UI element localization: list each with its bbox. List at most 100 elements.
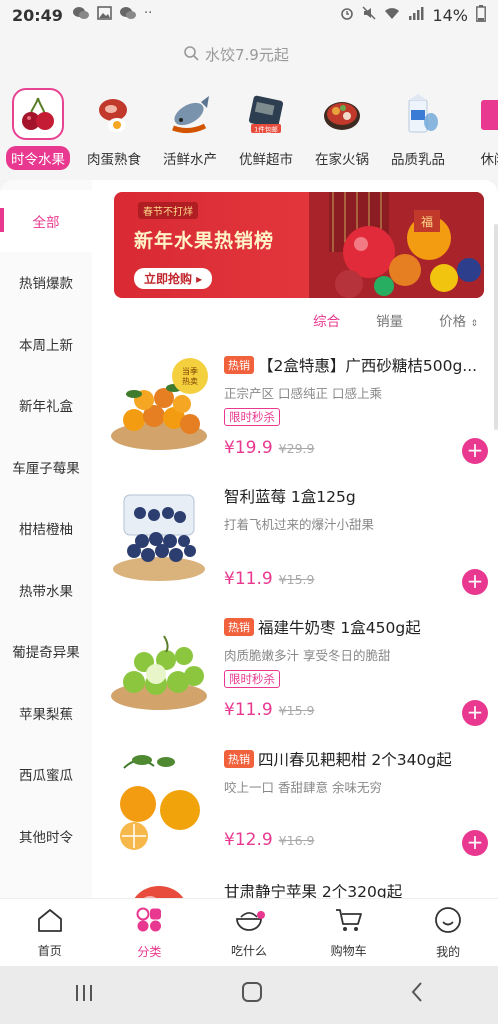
system-nav-bar	[0, 966, 498, 1024]
sidebar-item-gift-box[interactable]: 新年礼盒	[0, 375, 92, 437]
product-price: ¥19.9	[224, 438, 273, 458]
search-input[interactable]	[205, 46, 315, 64]
category-label: 肉蛋熟食	[87, 152, 141, 168]
sidebar-item-new-this-week[interactable]: 本周上新	[0, 313, 92, 375]
promo-banner[interactable]: 春节不打烊 新年水果热销榜 立即抢购 ▸ 福	[114, 192, 484, 298]
banner-tag: 春节不打烊	[138, 202, 198, 219]
product-info: 热销 四川春见耙耙柑 2个340g起 咬上一口 香甜肆意 余味无穷	[224, 748, 492, 796]
product-name: 【2盒特惠】广西砂糖桔500g...	[258, 357, 478, 375]
original-price: ¥15.9	[278, 703, 315, 718]
product-card[interactable]: 热销 福建牛奶枣 1盒450g起 肉质脆嫩多汁 享受冬日的脆甜 限时秒杀 ¥11…	[92, 616, 498, 744]
search-box[interactable]	[10, 38, 488, 72]
mute-icon	[362, 6, 376, 24]
original-price: ¥16.9	[278, 833, 315, 848]
category-live-seafood[interactable]: 活鲜水产	[152, 88, 228, 170]
tab-cart[interactable]: 购物车	[299, 899, 399, 966]
status-bar: 20:49 ·· 14%	[0, 0, 498, 30]
sort-arrows-icon: ⇕	[470, 319, 478, 329]
price-line: ¥19.9 ¥29.9	[224, 438, 314, 458]
add-to-cart-button[interactable]: +	[462, 830, 488, 856]
product-image-mandarins: 当季 热卖	[111, 358, 208, 450]
original-price: ¥29.9	[278, 441, 315, 456]
notification-icons: ··	[72, 6, 152, 24]
price-line: ¥11.9 ¥15.9	[224, 700, 314, 720]
category-seasonal-fruit[interactable]: 时令水果	[0, 88, 76, 170]
banner-cta-button[interactable]: 立即抢购 ▸	[134, 268, 213, 289]
cart-icon	[334, 907, 364, 936]
gallery-icon	[97, 6, 112, 24]
back-icon[interactable]	[409, 981, 425, 1009]
bottom-tab-bar: 首页 分类 吃什么 购物车 我的	[0, 898, 498, 966]
tab-what-to-eat[interactable]: 吃什么	[199, 899, 299, 966]
product-card[interactable]: 热销 四川春见耙耙柑 2个340g起 咬上一口 香甜肆意 余味无穷 ¥12.9 …	[92, 748, 498, 876]
battery-percent: 14%	[432, 5, 468, 25]
product-info: 智利蓝莓 1盒125g 打着飞机过来的爆汁小甜果	[224, 485, 492, 533]
tab-home[interactable]: 首页	[0, 899, 100, 966]
sidebar-item-grapes-kiwi[interactable]: 葡提奇异果	[0, 621, 92, 683]
tab-label: 我的	[436, 944, 461, 959]
meat-egg-icon	[88, 88, 140, 140]
product-name: 四川春见耙耙柑 2个340g起	[258, 751, 452, 769]
product-desc: 打着飞机过来的爆汁小甜果	[224, 517, 375, 532]
recent-apps-icon[interactable]	[73, 981, 95, 1009]
category-label: 品质乳品	[391, 152, 445, 168]
category-supermarket[interactable]: 1件包邮 优鲜超市	[228, 88, 304, 170]
category-dairy[interactable]: 品质乳品	[380, 88, 456, 170]
product-desc: 咬上一口 香甜肆意 余味无穷	[224, 780, 382, 795]
category-snacks[interactable]: 休闲	[456, 88, 498, 170]
category-label: 在家火锅	[315, 152, 369, 168]
product-image-jujubes	[111, 635, 207, 710]
svg-text:1件包邮: 1件包邮	[254, 125, 278, 134]
sidebar-item-tropical[interactable]: 热带水果	[0, 559, 92, 621]
alarm-icon	[340, 6, 354, 24]
category-meat-egg[interactable]: 肉蛋熟食	[76, 88, 152, 170]
tab-label: 吃什么	[230, 943, 267, 958]
product-image-blueberries	[113, 494, 205, 581]
add-to-cart-button[interactable]: +	[462, 569, 488, 595]
sidebar-item-other-seasonal[interactable]: 其他时令	[0, 805, 92, 867]
product-card[interactable]: 智利蓝莓 1盒125g 打着飞机过来的爆汁小甜果 ¥11.9 ¥15.9 +	[92, 485, 498, 613]
sidebar-item-citrus[interactable]: 柑桔橙柚	[0, 498, 92, 560]
hot-badge: 热销	[224, 356, 254, 374]
sort-comprehensive[interactable]: 综合	[313, 310, 340, 334]
sort-sales[interactable]: 销量	[376, 310, 403, 334]
sidebar-item-cherries-berries[interactable]: 车厘子莓果	[0, 436, 92, 498]
price-line: ¥12.9 ¥16.9	[224, 830, 314, 850]
original-price: ¥15.9	[278, 572, 315, 587]
search-icon	[183, 45, 199, 65]
category-hotpot[interactable]: 在家火锅	[304, 88, 380, 170]
sidebar-item-melons[interactable]: 西瓜蜜瓜	[0, 744, 92, 806]
badge-text: 当季	[182, 366, 198, 376]
product-card[interactable]: 甘肃静宁苹果 2个320g起	[92, 880, 498, 898]
scrollbar[interactable]	[494, 224, 498, 430]
milk-icon	[392, 88, 444, 140]
home-icon	[36, 907, 64, 936]
tab-category[interactable]: 分类	[100, 899, 200, 966]
home-button-icon[interactable]	[241, 981, 263, 1009]
category-label: 时令水果	[6, 146, 70, 170]
signal-icon	[408, 6, 424, 24]
hotpot-icon	[316, 88, 368, 140]
product-image-apple	[134, 886, 184, 898]
battery-icon	[476, 4, 486, 26]
add-to-cart-button[interactable]: +	[462, 700, 488, 726]
category-sidebar: 全部 热销爆款 本周上新 新年礼盒 车厘子莓果 柑桔橙柚 热带水果 葡提奇异果 …	[0, 180, 92, 898]
svg-text:热卖: 热卖	[182, 376, 198, 386]
sidebar-item-all[interactable]: 全部	[0, 190, 92, 252]
hot-badge: 热销	[224, 750, 254, 768]
add-to-cart-button[interactable]: +	[462, 438, 488, 464]
tab-label: 分类	[137, 944, 162, 959]
wifi-icon	[384, 7, 400, 24]
product-card[interactable]: 当季 热卖 热销 【2盒特惠】广西砂糖桔500g... 正宗产区 口感纯正 口感…	[92, 354, 498, 482]
wechat-icon-2	[119, 6, 136, 24]
price-line: ¥11.9 ¥15.9	[224, 569, 314, 589]
sort-price[interactable]: 价格 ⇕	[439, 310, 478, 334]
fish-icon	[164, 88, 216, 140]
sidebar-item-apple-pear-banana[interactable]: 苹果梨蕉	[0, 682, 92, 744]
tab-profile[interactable]: 我的	[398, 899, 498, 966]
sidebar-item-hot[interactable]: 热销爆款	[0, 252, 92, 314]
product-name: 福建牛奶枣 1盒450g起	[258, 619, 421, 637]
product-info: 甘肃静宁苹果 2个320g起	[224, 880, 492, 898]
banner-title: 新年水果热销榜	[134, 230, 275, 252]
clock: 20:49	[12, 5, 63, 25]
